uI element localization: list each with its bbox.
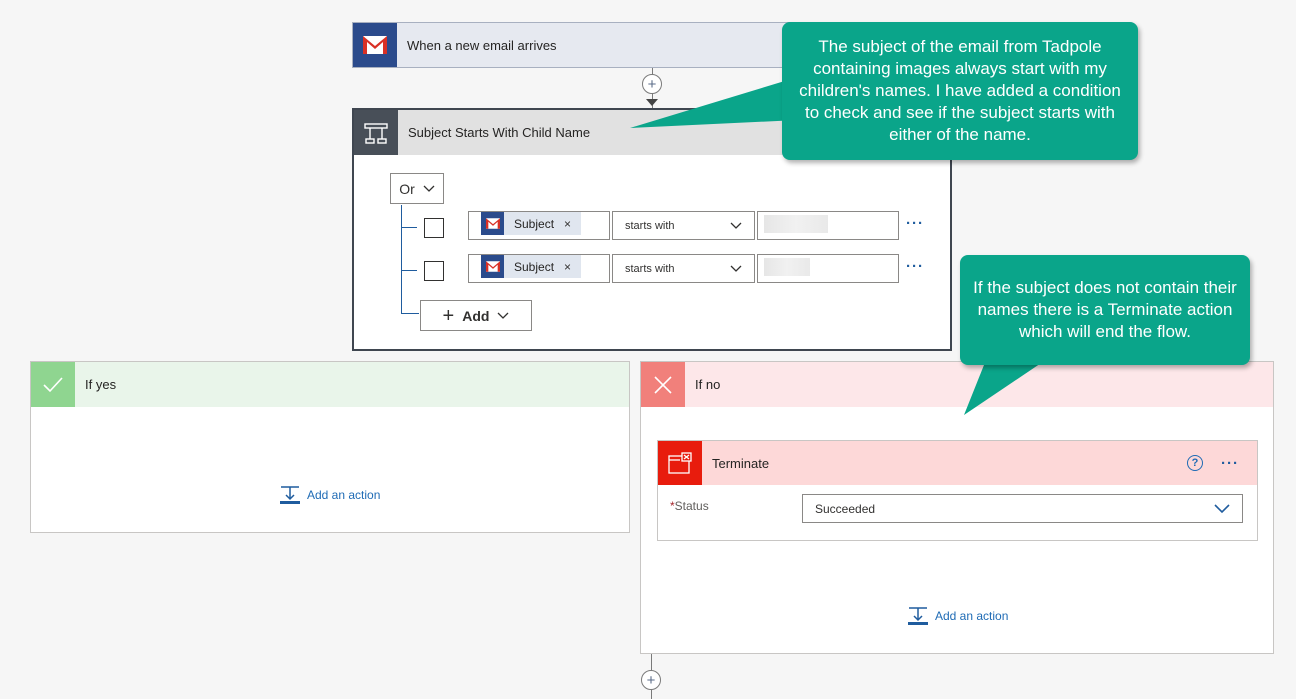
status-field-label: *Status [670,499,709,513]
add-action-icon [280,486,300,504]
status-label: Status [674,499,709,513]
row-more-icon[interactable]: ··· [906,215,924,232]
tree-branch [401,313,419,314]
gmail-icon [481,212,504,235]
if-no-title: If no [695,377,721,392]
terminate-callout: If the subject does not contain their na… [960,255,1250,365]
trigger-card[interactable]: When a new email arrives [352,22,848,68]
if-yes-branch[interactable]: If yes Add an action [30,361,630,533]
more-options-icon[interactable]: ··· [1221,455,1239,472]
condition-callout-text: The subject of the email from Tadpole co… [799,37,1121,144]
terminate-title: Terminate [712,455,770,471]
condition-value-field[interactable] [757,211,899,240]
row-checkbox[interactable] [424,261,444,281]
redacted-value [764,215,828,233]
tree-branch [401,270,417,271]
chevron-down-icon [730,222,742,229]
chevron-down-icon [1214,503,1230,513]
terminate-callout-text: If the subject does not contain their na… [973,278,1237,341]
subject-token[interactable]: Subject × [481,255,582,278]
operator-dropdown[interactable]: starts with [612,211,755,240]
check-icon [31,362,75,407]
add-button-label: Add [462,307,490,324]
redacted-value [764,258,810,276]
tree-line [401,205,402,313]
condition-left-field[interactable]: Subject × [468,211,610,240]
terminate-icon [658,441,702,485]
if-no-branch[interactable]: If no Terminate ? ··· *Status Succeeded [640,361,1274,654]
condition-callout: The subject of the email from Tadpole co… [782,22,1138,160]
insert-step-plus-icon[interactable]: + [641,670,661,690]
chevron-down-icon [497,312,509,319]
chevron-down-icon [730,265,742,272]
operator-label: starts with [625,262,675,275]
token-label: Subject [514,216,555,231]
add-action-icon [908,607,928,625]
or-operator-dropdown[interactable]: Or [390,173,444,204]
condition-icon [354,110,398,155]
row-checkbox[interactable] [424,218,444,238]
or-operator-label: Or [399,180,415,197]
chevron-down-icon [423,185,435,192]
if-no-header[interactable]: If no [641,362,1273,407]
add-action-label: Add an action [935,609,1009,623]
status-dropdown[interactable]: Succeeded [802,494,1243,523]
operator-dropdown[interactable]: starts with [612,254,755,283]
operator-label: starts with [625,219,675,232]
remove-token-icon[interactable]: × [564,217,571,231]
add-condition-button[interactable]: + Add [420,300,532,331]
condition-value-field[interactable] [757,254,899,283]
plus-icon: + [442,304,455,327]
if-yes-title: If yes [85,377,117,392]
subject-token[interactable]: Subject × [481,212,582,235]
terminate-header[interactable]: Terminate ? ··· [658,441,1257,485]
if-yes-header[interactable]: If yes [31,362,629,407]
status-value: Succeeded [815,501,876,516]
remove-token-icon[interactable]: × [564,260,571,274]
condition-title: Subject Starts With Child Name [408,125,591,140]
close-icon [641,362,685,407]
token-label: Subject [514,259,555,274]
condition-left-field[interactable]: Subject × [468,254,610,283]
add-action-label: Add an action [307,488,381,502]
tree-branch [401,227,417,228]
row-more-icon[interactable]: ··· [906,258,924,275]
gmail-icon [353,23,397,67]
gmail-icon [481,255,504,278]
terminate-card[interactable]: Terminate ? ··· *Status Succeeded [657,440,1258,541]
add-action-link[interactable]: Add an action [907,606,1008,626]
add-action-link[interactable]: Add an action [279,485,380,505]
trigger-title: When a new email arrives [407,37,557,53]
help-icon[interactable]: ? [1187,455,1203,471]
callout-pointer [630,80,798,128]
